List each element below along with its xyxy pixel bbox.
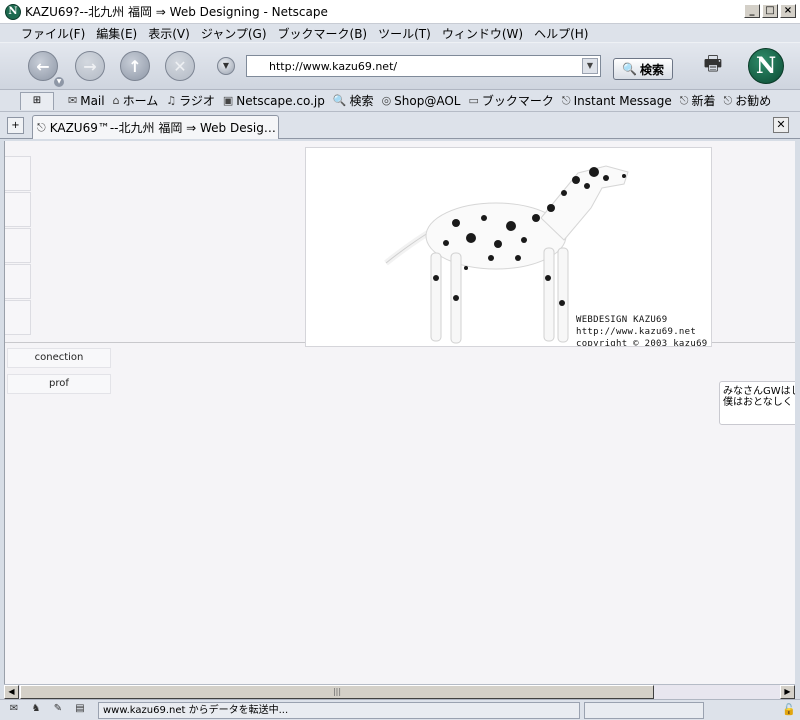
pb-netscape[interactable]: ▣ Netscape.co.jp [223,94,325,108]
pb-home[interactable]: ⌂ ホーム [113,92,159,109]
search-button-label: 検索 [639,62,664,77]
print-icon[interactable]: 🖶 [699,49,727,77]
menu-bookmarks[interactable]: ブックマーク(B) [278,25,368,42]
browser-window: N KAZU69?--北九州 福岡 ⇒ Web Designing - Nets… [0,0,800,720]
slot-5 [5,300,31,335]
slot-3 [5,228,31,263]
pb-radio[interactable]: ♫ ラジオ [166,92,215,109]
stop-button[interactable]: ✕ [165,51,195,81]
headphones-icon: ♫ [166,94,177,107]
status-bar: ✉ ♞ ✎ ▤ www.kazu69.net からデータを転送中... 🔓 [0,699,800,720]
mail-icon: ✉ [68,94,78,107]
progress-bar [584,701,704,719]
conection-button[interactable]: conection [7,348,111,368]
menu-file[interactable]: ファイル(F) [21,25,85,42]
composer-icon[interactable]: ✎ [50,703,66,717]
page-content: WEBDESIGN KAZU69 http://www.kazu69.net c… [4,141,795,684]
divider [5,342,305,343]
bookmark-icon: ⎋ [561,93,571,107]
news-line: みなさんGWはし [723,386,795,397]
new-tab-icon[interactable]: + [7,117,24,134]
hero-caption-line: http://www.kazu69.net [576,327,697,337]
aim-icon[interactable]: ♞ [28,703,44,717]
forward-button[interactable]: → [75,51,105,81]
slot-2 [5,192,31,227]
url-input[interactable] [247,59,577,73]
close-tab-icon[interactable]: ✕ [773,117,789,133]
slot-1 [5,156,31,191]
pb-new[interactable]: ⎋ 新着 [680,92,716,109]
tab-active[interactable]: ⎋ KAZU69™--北九州 福岡 ⇒ Web Designi... [32,115,279,139]
search-icon: 🔍 [332,94,347,107]
home-icon: ⌂ [112,94,120,107]
url-dropdown-icon[interactable]: ▼ [582,58,598,74]
hero-caption-line: WEBDESIGN KAZU69 [576,315,668,325]
mail-status-icon[interactable]: ✉ [6,703,22,717]
divider [711,342,795,343]
maximize-button[interactable]: □ [762,4,778,18]
menu-edit[interactable]: 編集(E) [96,25,137,42]
aol-icon: ◎ [381,94,392,107]
security-lock-icon[interactable]: 🔓 [782,703,796,716]
address-book-icon[interactable]: ▤ [72,703,88,717]
pb-mail[interactable]: ✉ Mail [68,94,105,108]
window-title: KAZU69?--北九州 福岡 ⇒ Web Designing - Netsca… [25,5,328,19]
menu-view[interactable]: 表示(V) [148,25,190,42]
scroll-left-icon[interactable]: ◀ [4,685,19,699]
title-bar: N KAZU69?--北九州 福岡 ⇒ Web Designing - Nets… [0,0,800,24]
left-frame-slots [5,156,31,336]
menu-go[interactable]: ジャンプ(G) [201,25,267,42]
menu-tools[interactable]: ツール(T) [378,25,431,42]
pb-instant-message[interactable]: ⎋ Instant Message [562,94,672,108]
netscape-logo[interactable]: N [748,48,784,84]
url-field[interactable]: ▼ [246,55,601,77]
url-bar: ▼ ▼ [217,55,601,77]
bookmark-icon: ⎋ [679,93,689,107]
hero-caption: WEBDESIGN KAZU69 http://www.kazu69.net c… [576,314,708,347]
reload-icon: ↑ [128,56,142,76]
pb-search[interactable]: 🔍 検索 [333,92,374,109]
slot-4 [5,264,31,299]
pb-recommend[interactable]: ⎋ お勧め [724,92,772,109]
personal-toolbar: ⊞ ✉ Mail ⌂ ホーム ♫ ラジオ ▣ Netscape.co.jp 🔍 検索 ◎ S… [0,90,800,112]
toolbar-grippy-icon[interactable]: ⊞ [20,91,54,110]
menu-bar: ファイル(F) 編集(E) 表示(V) ジャンプ(G) ブックマーク(B) ツー… [0,24,800,42]
folder-icon: ▭ [468,94,479,107]
close-button[interactable]: × [780,4,796,18]
navigation-toolbar: ← ▼ → ↑ ✕ ▼ ▼ 🔍 検索 🖶 [0,42,800,90]
pb-shop[interactable]: ◎ Shop@AOL [382,94,461,108]
my-netscape-icon: ▣ [222,94,234,107]
page-icon: ⎋ [37,120,46,134]
magnifier-icon: 🔍 [622,62,637,76]
status-text: www.kazu69.net からデータを転送中... [98,701,580,719]
bookmark-icon: ⎋ [723,93,733,107]
menu-window[interactable]: ウィンドウ(W) [442,25,523,42]
url-history-icon[interactable]: ▼ [217,57,235,75]
search-button[interactable]: 🔍 検索 [613,58,673,80]
back-button[interactable]: ← [28,51,58,81]
netscape-app-icon: N [5,3,21,20]
tab-bar: + ⎋ KAZU69™--北九州 福岡 ⇒ Web Designi... [0,112,800,139]
reload-button[interactable]: ↑ [120,51,150,81]
prof-button[interactable]: prof [7,374,111,394]
hero-caption-line: copyright © 2003 kazu69 [576,339,708,347]
back-arrow-icon: ← [36,56,50,76]
pb-bookmarks[interactable]: ▭ ブックマーク [468,92,553,109]
tab-label: KAZU69™--北九州 福岡 ⇒ Web Designi... [49,121,278,135]
horizontal-scrollbar[interactable]: ◀ ||| ▶ [4,684,795,699]
news-box: みなさんGWはし 僕はおとなしく [719,381,795,425]
back-dropdown-icon[interactable]: ▼ [54,77,64,87]
stop-icon: ✕ [173,56,187,76]
forward-arrow-icon: → [83,56,97,76]
minimize-button[interactable]: _ [744,4,760,18]
menu-help[interactable]: ヘルプ(H) [534,25,588,42]
scroll-thumb[interactable]: ||| [20,685,654,699]
window-controls: _ □ × [744,4,796,18]
scroll-right-icon[interactable]: ▶ [780,685,795,699]
hero-image: WEBDESIGN KAZU69 http://www.kazu69.net c… [305,147,712,347]
news-line: 僕はおとなしく [723,397,793,408]
